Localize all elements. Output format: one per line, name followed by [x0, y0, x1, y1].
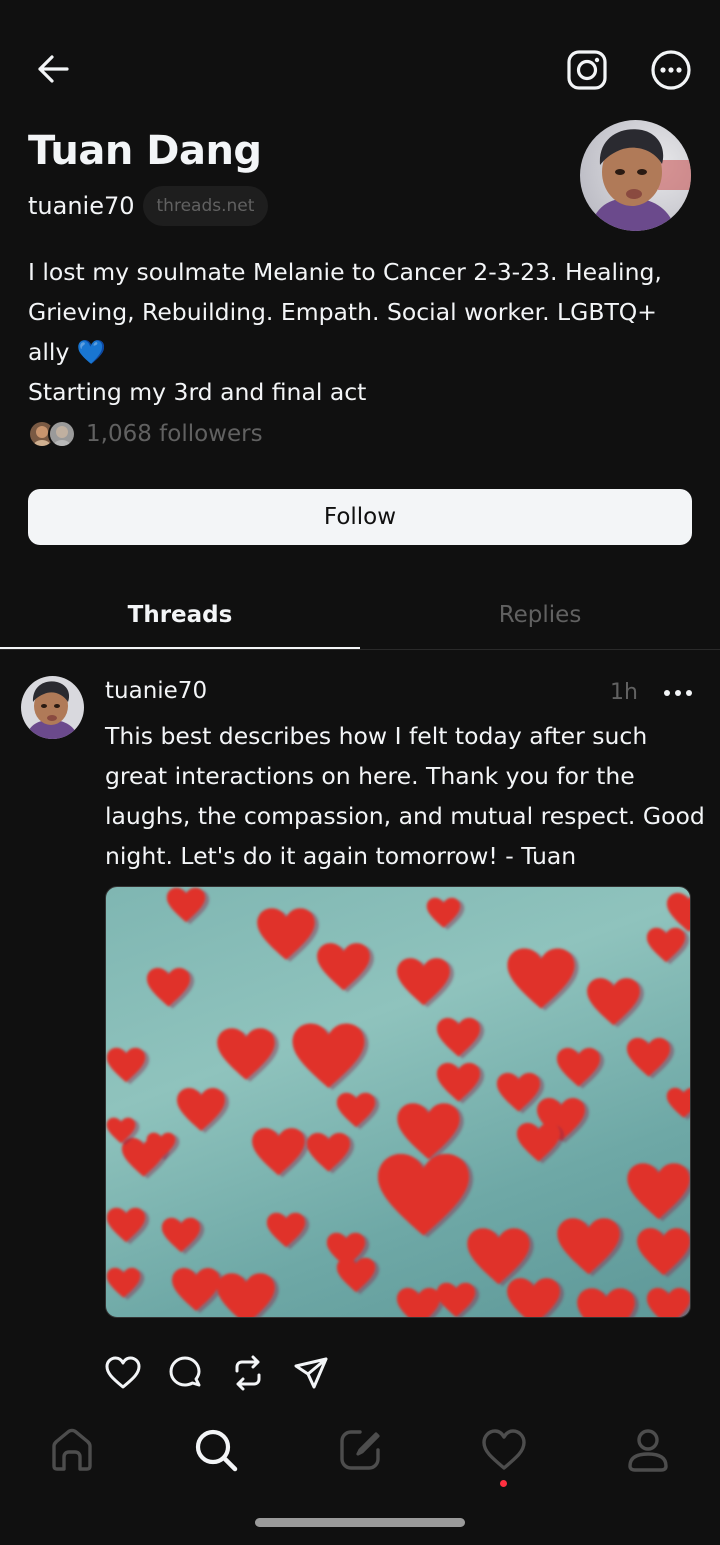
post-text: This best describes how I felt today aft…: [105, 722, 705, 870]
heart-shape: [377, 1153, 474, 1238]
heart-shape: [496, 1072, 545, 1114]
post-image[interactable]: [105, 886, 691, 1318]
heart-shape: [106, 1207, 150, 1245]
heart-shape: [467, 1228, 534, 1287]
reply-button[interactable]: [166, 1354, 204, 1392]
heart-shape: [627, 1163, 690, 1222]
post-author-avatar[interactable]: [21, 676, 84, 739]
heart-shape: [257, 908, 319, 962]
notification-dot: [500, 1480, 507, 1487]
home-icon: [52, 1428, 92, 1471]
heart-shape: [166, 887, 210, 925]
activity-heart-icon: [482, 1429, 526, 1470]
heart-shape: [557, 1218, 624, 1277]
post-author-name[interactable]: tuanie70: [105, 678, 207, 704]
nav-home[interactable]: [48, 1426, 96, 1474]
instagram-icon: [567, 50, 607, 90]
nav-search[interactable]: [192, 1426, 240, 1474]
arrow-left-icon: [38, 55, 69, 83]
tab-threads[interactable]: Threads: [0, 582, 360, 648]
back-button[interactable]: [36, 52, 70, 86]
tab-replies[interactable]: Replies: [360, 582, 720, 648]
heart-shape: [292, 1023, 369, 1090]
heart-shape: [646, 1287, 690, 1317]
comment-icon: [169, 1356, 201, 1387]
heart-shape: [306, 1132, 355, 1174]
more-circle-icon: [651, 50, 691, 90]
heart-shape: [217, 1028, 279, 1082]
hearts-picture: [106, 887, 690, 1317]
post-more-button[interactable]: [660, 682, 696, 704]
profile-avatar[interactable]: [580, 120, 691, 231]
heart-shape: [106, 1047, 150, 1085]
nav-activity[interactable]: [480, 1426, 528, 1474]
heart-shape: [161, 1217, 205, 1255]
heart-shape: [436, 1062, 485, 1104]
heart-shape: [336, 1092, 380, 1130]
ellipsis-icon: [664, 690, 692, 696]
share-icon: [294, 1357, 328, 1389]
search-icon: [195, 1429, 238, 1472]
heart-shape: [426, 897, 465, 930]
profile-icon: [628, 1429, 668, 1472]
home-indicator[interactable]: [255, 1518, 465, 1527]
nav-compose[interactable]: [336, 1426, 384, 1474]
heart-shape: [507, 1278, 564, 1317]
heart-shape: [436, 1017, 485, 1059]
handle-row: tuanie70 threads.net: [28, 186, 269, 226]
share-button[interactable]: [292, 1354, 330, 1392]
compose-icon: [340, 1430, 380, 1470]
tab-active-indicator: [0, 647, 360, 649]
profile-name: Tuan Dang: [28, 128, 262, 174]
heart-shape: [317, 943, 374, 993]
followers-count: 1,068 followers: [86, 421, 263, 447]
heart-shape: [397, 1103, 464, 1162]
heart-shape: [146, 967, 195, 1009]
heart-shape: [172, 1268, 224, 1313]
nav-profile[interactable]: [624, 1426, 672, 1474]
heart-shape: [177, 1088, 229, 1133]
avatar-photo: [21, 676, 84, 739]
more-options-button[interactable]: [650, 49, 692, 91]
repost-icon: [235, 1355, 261, 1391]
heart-shape: [336, 1257, 380, 1295]
heart-shape: [556, 1047, 605, 1089]
heart-shape: [106, 1267, 145, 1300]
heart-shape: [217, 1273, 279, 1317]
heart-shape: [587, 978, 644, 1028]
heart-shape: [666, 1087, 690, 1120]
profile-bio: I lost my soulmate Melanie to Cancer 2-3…: [28, 258, 662, 406]
heart-shape: [266, 1212, 310, 1250]
heart-shape: [436, 1282, 480, 1317]
post-timestamp: 1h: [610, 680, 638, 705]
domain-badge[interactable]: threads.net: [142, 186, 269, 226]
avatar-photo: [580, 120, 691, 231]
instagram-button[interactable]: [566, 49, 608, 91]
heart-shape: [646, 927, 690, 965]
heart-shape: [626, 1037, 675, 1079]
like-button[interactable]: [104, 1354, 142, 1392]
heart-icon: [105, 1356, 141, 1389]
follower-avatar: [48, 420, 76, 448]
heart-shape: [666, 892, 690, 934]
heart-shape: [252, 1128, 309, 1178]
heart-shape: [397, 958, 454, 1008]
heart-shape: [577, 1288, 639, 1317]
profile-handle: tuanie70: [28, 192, 135, 220]
heart-shape: [507, 948, 579, 1011]
followers-row[interactable]: 1,068 followers: [28, 420, 263, 448]
repost-button[interactable]: [229, 1354, 267, 1392]
tab-divider: [0, 649, 720, 650]
heart-shape: [516, 1122, 565, 1164]
follow-button[interactable]: Follow: [28, 489, 692, 545]
heart-shape: [637, 1228, 690, 1278]
